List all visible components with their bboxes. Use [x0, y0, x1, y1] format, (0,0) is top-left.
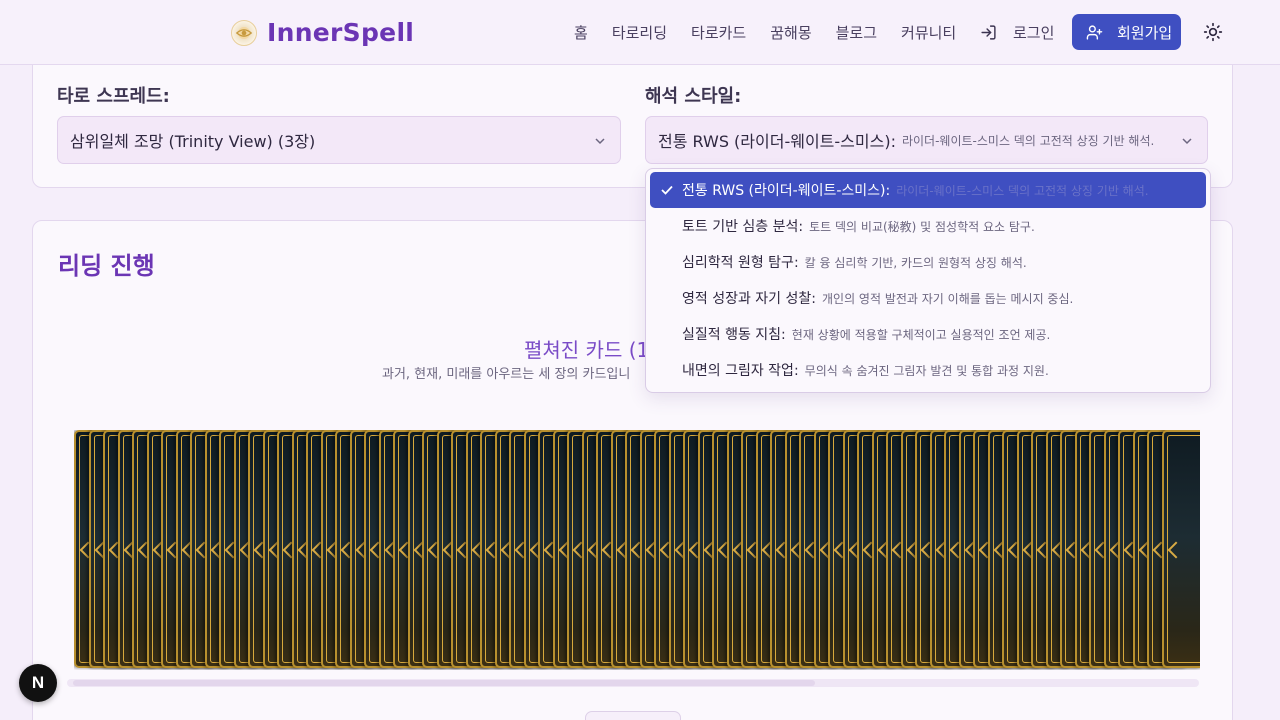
- login-icon: [981, 25, 996, 40]
- spread-title: 펼쳐진 카드 (1: [524, 338, 650, 362]
- style-dropdown-menu: 전통 RWS (라이더-웨이트-스미스): 라이더-웨이트-스미스 덱의 고전적…: [645, 168, 1211, 393]
- style-option-desc: 토트 덱의 비교(秘教) 및 점성학적 요소 탐구.: [809, 219, 1035, 234]
- chevron-down-icon: [1182, 138, 1192, 145]
- style-select-value: 전통 RWS (라이더-웨이트-스미스):: [658, 132, 896, 151]
- style-select-desc: 라이더-웨이트-스미스 덱의 고전적 상징 기반 해석.: [901, 133, 1155, 148]
- reading-title: 리딩 진행: [58, 252, 155, 280]
- login-button[interactable]: 로그인: [980, 22, 1054, 43]
- style-option-desc: 라이더-웨이트-스미스 덱의 고전적 상징 기반 해석.: [896, 183, 1149, 198]
- style-option-desc: 개인의 영적 발전과 자기 이해를 돕는 메시지 중심.: [822, 291, 1074, 306]
- nav-item-blog[interactable]: 블로그: [836, 22, 877, 43]
- style-option[interactable]: 실질적 행동 지침: 현재 상황에 적용할 구체적이고 실용적인 조언 제공.: [650, 316, 1206, 352]
- site-header: InnerSpell 홈 타로리딩 타로카드 꿈해몽 블로그 커뮤니티 로그인 …: [0, 0, 1280, 65]
- spread-subtitle: 과거, 현재, 미래를 아우르는 세 장의 카드입니: [382, 367, 631, 382]
- main-nav: 홈 타로리딩 타로카드 꿈해몽 블로그 커뮤니티: [574, 22, 980, 43]
- eye-logo-icon: [231, 19, 257, 46]
- spread-select-value: 삼위일체 조망 (Trinity View) (3장): [70, 132, 316, 151]
- spread-select[interactable]: 삼위일체 조망 (Trinity View) (3장): [57, 116, 621, 164]
- style-option-label: 심리학적 원형 탐구:: [682, 255, 799, 271]
- style-select[interactable]: 전통 RWS (라이더-웨이트-스미스): 라이더-웨이트-스미스 덱의 고전적…: [645, 116, 1208, 164]
- dev-tools-badge[interactable]: N: [19, 664, 57, 702]
- action-button[interactable]: [585, 711, 681, 720]
- signup-label: 회원가입: [1117, 23, 1173, 42]
- signup-button[interactable]: 회원가입: [1072, 14, 1181, 50]
- deck-scrollbar-thumb[interactable]: [73, 680, 815, 686]
- tarot-card-back[interactable]: [1161, 430, 1200, 668]
- style-option-desc: 현재 상황에 적용할 구체적이고 실용적인 조언 제공.: [791, 327, 1051, 342]
- nav-item-community[interactable]: 커뮤니티: [901, 22, 956, 43]
- style-option[interactable]: 심리학적 원형 탐구: 칼 융 심리학 기반, 카드의 원형적 상징 해석.: [650, 244, 1206, 280]
- style-option-label: 영적 성장과 자기 성찰:: [682, 291, 816, 307]
- style-option[interactable]: 내면의 그림자 작업: 무의식 속 숨겨진 그림자 발견 및 통합 과정 지원.: [650, 352, 1206, 388]
- style-label: 해석 스타일:: [645, 86, 742, 107]
- card-deck[interactable]: [74, 430, 1200, 670]
- style-option[interactable]: 전통 RWS (라이더-웨이트-스미스): 라이더-웨이트-스미스 덱의 고전적…: [650, 172, 1206, 208]
- style-option-desc: 칼 융 심리학 기반, 카드의 원형적 상징 해석.: [804, 255, 1027, 270]
- brand-name: InnerSpell: [267, 18, 415, 47]
- style-option[interactable]: 영적 성장과 자기 성찰: 개인의 영적 발전과 자기 이해를 돕는 메시지 중…: [650, 280, 1206, 316]
- nav-item-tarot-reading[interactable]: 타로리딩: [612, 22, 667, 43]
- brand-logo[interactable]: InnerSpell: [231, 18, 414, 47]
- login-label: 로그인: [1013, 24, 1055, 42]
- style-option-label: 실질적 행동 지침:: [682, 327, 786, 343]
- style-option[interactable]: 토트 기반 심층 분석: 토트 덱의 비교(秘教) 및 점성학적 요소 탐구.: [650, 208, 1206, 244]
- nav-item-tarot-cards[interactable]: 타로카드: [691, 22, 746, 43]
- style-option-label: 내면의 그림자 작업:: [682, 363, 799, 379]
- spread-label: 타로 스프레드:: [57, 86, 170, 107]
- style-option-desc: 무의식 속 숨겨진 그림자 발견 및 통합 과정 지원.: [804, 363, 1049, 378]
- style-option-label: 전통 RWS (라이더-웨이트-스미스):: [682, 183, 891, 199]
- check-icon: [661, 185, 673, 195]
- sun-icon[interactable]: [1203, 22, 1223, 42]
- style-option-label: 토트 기반 심층 분석:: [682, 219, 804, 235]
- nav-item-home[interactable]: 홈: [574, 22, 588, 43]
- chevron-down-icon: [595, 138, 605, 145]
- nav-item-dream[interactable]: 꿈해몽: [770, 22, 811, 43]
- user-plus-icon: [1086, 24, 1103, 40]
